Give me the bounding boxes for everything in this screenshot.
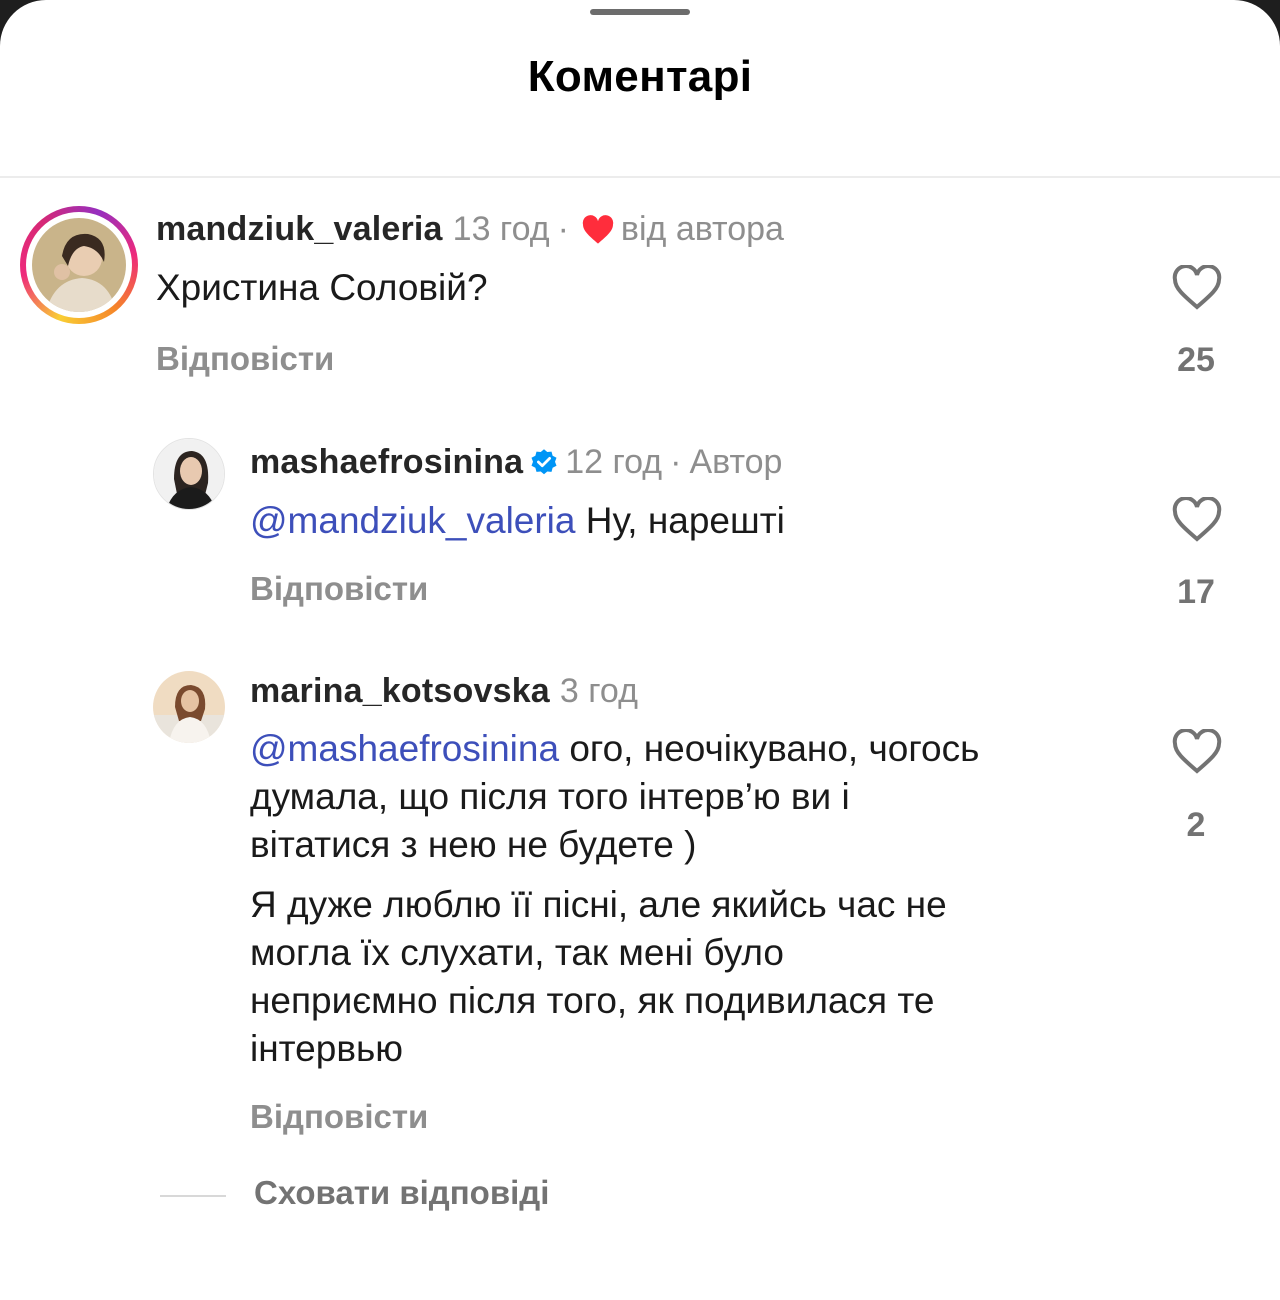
- comments-sheet: Коментарі mandziuk_valeria 13 год · від …: [0, 0, 1280, 1300]
- heart-outline-icon[interactable]: [1171, 265, 1223, 311]
- reply-time: 12 год: [565, 443, 663, 481]
- reply-button[interactable]: Відповісти: [156, 340, 334, 378]
- heart-filled-icon: [582, 214, 614, 244]
- reply-username[interactable]: marina_kotsovska: [250, 672, 550, 711]
- like-count: 17: [1177, 573, 1215, 611]
- comment-text: Христина Соловій?: [156, 267, 488, 308]
- reply-time: 3 год: [559, 672, 638, 710]
- meta-separator: ·: [670, 443, 682, 481]
- reply-meta: mashaefrosinina 12 год · Автор: [250, 443, 782, 482]
- reply-button[interactable]: Відповісти: [250, 570, 428, 608]
- header-divider: [0, 176, 1280, 178]
- mention-link[interactable]: @mandziuk_valeria: [250, 500, 575, 541]
- liked-by-author-label: від автора: [620, 210, 784, 248]
- comment-meta: mandziuk_valeria 13 год · від автора: [156, 210, 784, 249]
- reply-username[interactable]: mashaefrosinina: [250, 443, 523, 482]
- avatar[interactable]: [153, 671, 225, 743]
- hide-replies-line: [160, 1195, 226, 1197]
- heart-outline-icon[interactable]: [1171, 729, 1223, 775]
- hide-replies-button[interactable]: Сховати відповіді: [254, 1174, 549, 1212]
- reply-body-line: вітатися з нею не будете ): [250, 824, 697, 865]
- comment-time: 13 год: [452, 210, 550, 248]
- heart-outline-icon[interactable]: [1171, 497, 1223, 543]
- reply-body-line: ого, неочікувано, чогось: [569, 728, 980, 769]
- sheet-title: Коментарі: [527, 52, 753, 101]
- avatar[interactable]: [32, 218, 126, 312]
- author-label: Автор: [689, 443, 783, 481]
- reply-body-line: інтервью: [250, 1028, 404, 1069]
- like-count: 25: [1177, 341, 1215, 379]
- user-avatar-icon: [154, 439, 224, 509]
- reply-body-line: неприємно після того, як подивилася те: [250, 980, 935, 1021]
- reply-body-line: могла їх слухати, так мені було: [250, 932, 784, 973]
- like-count: 2: [1186, 806, 1206, 844]
- avatar[interactable]: [153, 438, 225, 510]
- reply-text-continued: Я дуже люблю її пісні, але якийсь час не…: [250, 881, 947, 1073]
- reply-button[interactable]: Відповісти: [250, 1098, 428, 1136]
- sheet-grabber[interactable]: [590, 9, 690, 15]
- reply-meta: marina_kotsovska 3 год: [250, 672, 638, 711]
- meta-separator: ·: [557, 210, 569, 248]
- user-avatar-icon: [153, 671, 225, 743]
- reply-body-line: Я дуже люблю її пісні, але якийсь час не: [250, 884, 947, 925]
- comment-username[interactable]: mandziuk_valeria: [156, 210, 443, 249]
- reply-body-line: думала, що після того інтерв’ю ви і: [250, 776, 850, 817]
- user-avatar-icon: [32, 218, 126, 312]
- verified-badge-icon: [531, 448, 557, 474]
- reply-text: @mandziuk_valeria Ну, нарешті: [250, 497, 785, 545]
- reply-text: @mashaefrosinina ого, неочікувано, чогос…: [250, 725, 979, 869]
- reply-body: Ну, нарешті: [585, 500, 785, 541]
- mention-link[interactable]: @mashaefrosinina: [250, 728, 559, 769]
